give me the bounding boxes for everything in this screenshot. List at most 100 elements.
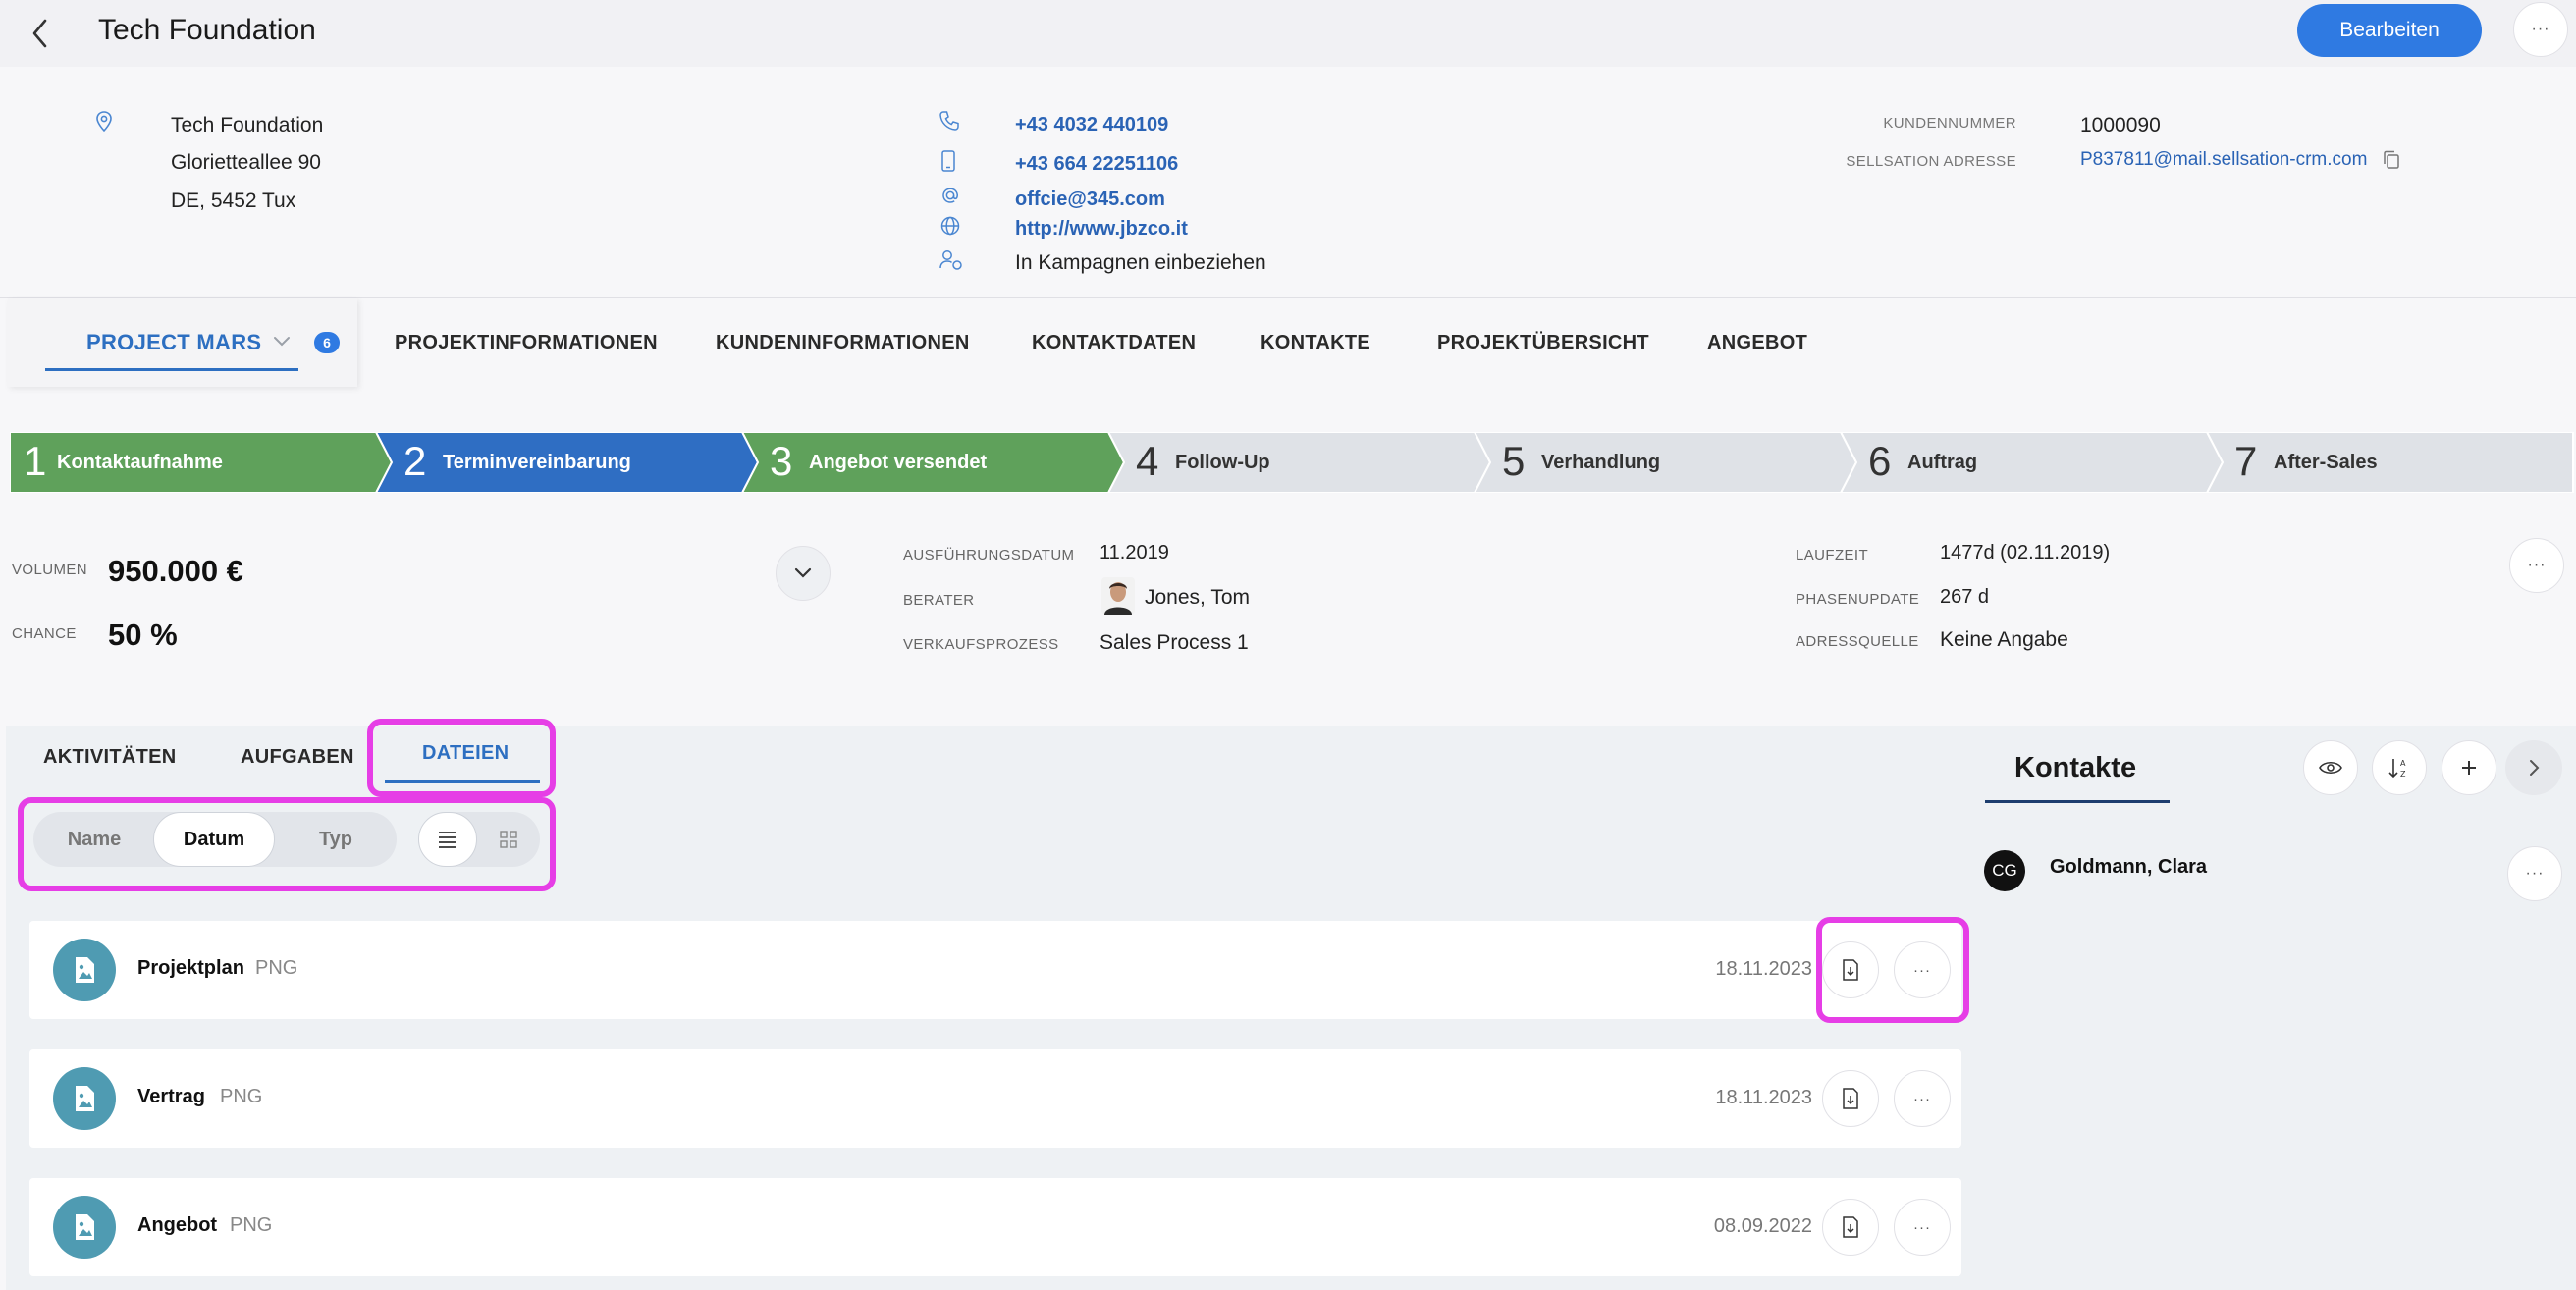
file-row[interactable]: Projektplan PNG 18.11.2023 ··· bbox=[29, 921, 1961, 1019]
tab-kundeninformationen[interactable]: KUNDENINFORMATIONEN bbox=[716, 332, 970, 354]
tab-aufgaben[interactable]: AUFGABEN bbox=[241, 746, 354, 769]
download-file-button[interactable] bbox=[1822, 1199, 1879, 1256]
file-name: Projektplan bbox=[137, 957, 244, 979]
plus-icon bbox=[2462, 761, 2476, 775]
add-contact-button[interactable] bbox=[2442, 740, 2496, 795]
sales-pipeline: 1 Kontaktaufnahme 2 Terminvereinbarung 3 Ange… bbox=[10, 432, 2574, 493]
pipeline-step-label: Kontaktaufnahme bbox=[57, 452, 223, 473]
tab-kontaktdaten[interactable]: KONTAKTDATEN bbox=[1032, 332, 1196, 354]
pipeline-step-3[interactable]: 3 Angebot versendet bbox=[742, 432, 1124, 493]
address-source-value: Keine Angabe bbox=[1940, 628, 2068, 651]
metrics-more-button[interactable]: ··· bbox=[2509, 538, 2564, 593]
address-street: Glorietteallee 90 bbox=[171, 151, 321, 174]
email-link[interactable]: offcie@345.com bbox=[1015, 188, 1165, 211]
avatar bbox=[1101, 577, 1135, 615]
volume-value: 950.000 € bbox=[108, 554, 243, 588]
advisor-value: Jones, Tom bbox=[1145, 586, 1250, 609]
advisor-label: BERATER bbox=[903, 592, 975, 609]
address-source-label: ADRESSQUELLE bbox=[1796, 633, 1919, 650]
pipeline-step-number: 7 bbox=[2234, 438, 2258, 484]
file-row[interactable]: Vertrag PNG 18.11.2023 ··· bbox=[29, 1049, 1961, 1148]
file-date: 18.11.2023 bbox=[1715, 1087, 1812, 1108]
file-more-button[interactable]: ··· bbox=[1894, 1070, 1951, 1127]
pipeline-step-6[interactable]: 6 Auftrag bbox=[1841, 432, 2223, 493]
highlight-file-actions bbox=[1816, 917, 1969, 1023]
pipeline-step-5[interactable]: 5 Verhandlung bbox=[1475, 432, 1856, 493]
contact-more-button[interactable]: ··· bbox=[2507, 846, 2562, 901]
tab-projektuebersicht[interactable]: PROJEKTÜBERSICHT bbox=[1437, 332, 1649, 354]
contact-name[interactable]: Goldmann, Clara bbox=[2050, 856, 2207, 879]
volume-label: VOLUMEN bbox=[12, 562, 87, 578]
tab-angebot[interactable]: ANGEBOT bbox=[1707, 332, 1807, 354]
file-type: PNG bbox=[220, 1086, 263, 1107]
at-sign-icon bbox=[942, 188, 958, 203]
more-options-button[interactable]: ··· bbox=[2513, 2, 2568, 57]
phase-update-label: PHASENUPDATE bbox=[1796, 591, 1920, 608]
pipeline-step-label: Terminvereinbarung bbox=[443, 452, 631, 473]
file-date: 08.09.2022 bbox=[1713, 1215, 1812, 1237]
pipeline-step-2[interactable]: 2 Terminvereinbarung bbox=[376, 432, 758, 493]
pipeline-step-1[interactable]: 1 Kontaktaufnahme bbox=[10, 432, 392, 493]
phase-update-value: 267 d bbox=[1940, 586, 1990, 608]
expand-details-button[interactable] bbox=[776, 546, 831, 601]
customer-number-value: 1000090 bbox=[2080, 114, 2161, 136]
phone-link[interactable]: +43 4032 440109 bbox=[1015, 114, 1168, 136]
pipeline-step-number: 3 bbox=[770, 438, 793, 484]
avatar: CG bbox=[1984, 850, 2025, 891]
tab-kontakte[interactable]: KONTAKTE bbox=[1261, 332, 1370, 354]
pipeline-step-7[interactable]: 7 After-Sales bbox=[2207, 432, 2576, 493]
file-row[interactable]: Angebot PNG 08.09.2022 ··· bbox=[29, 1178, 1961, 1276]
tab-projektinformationen[interactable]: PROJEKTINFORMATIONEN bbox=[395, 332, 658, 354]
file-more-button[interactable]: ··· bbox=[1894, 1199, 1951, 1256]
sort-icon: AZ bbox=[2388, 759, 2406, 779]
execution-date-label: AUSFÜHRUNGSDATUM bbox=[903, 547, 1075, 564]
pipeline-step-number: 1 bbox=[24, 438, 47, 484]
back-button[interactable] bbox=[20, 12, 63, 55]
chevron-right-icon bbox=[2530, 760, 2540, 776]
execution-date-value: 11.2019 bbox=[1100, 542, 1169, 564]
chevron-down-icon[interactable] bbox=[271, 334, 293, 349]
copy-icon[interactable] bbox=[2382, 149, 2401, 171]
pipeline-step-4[interactable]: 4 Follow-Up bbox=[1108, 432, 1490, 493]
file-date: 18.11.2023 bbox=[1715, 958, 1812, 980]
pipeline-step-label: After-Sales bbox=[2274, 452, 2378, 473]
project-name[interactable]: PROJECT MARS bbox=[86, 330, 261, 355]
chance-value: 50 % bbox=[108, 618, 178, 652]
download-file-button[interactable] bbox=[1822, 1070, 1879, 1127]
mobile-link[interactable]: +43 664 22251106 bbox=[1015, 153, 1178, 176]
page-title: Tech Foundation bbox=[98, 14, 316, 46]
pipeline-step-number: 5 bbox=[1502, 438, 1526, 484]
pipeline-step-number: 6 bbox=[1868, 438, 1892, 484]
sellsation-address-value[interactable]: P837811@mail.sellsation-crm.com bbox=[2080, 149, 2367, 171]
file-name: Vertrag bbox=[137, 1086, 205, 1107]
collapse-panel-button[interactable] bbox=[2505, 740, 2562, 795]
pipeline-step-label: Auftrag bbox=[1907, 452, 1978, 473]
svg-text:Z: Z bbox=[2400, 770, 2406, 779]
svg-text:A: A bbox=[2400, 759, 2406, 768]
website-link[interactable]: http://www.jbzco.it bbox=[1015, 218, 1188, 241]
customer-number-label: KUNDENNUMMER bbox=[1883, 115, 2016, 132]
sort-contacts-button[interactable]: AZ bbox=[2372, 740, 2427, 795]
highlight-sort-controls bbox=[18, 797, 556, 891]
chevron-down-icon bbox=[794, 567, 812, 578]
pipeline-step-label: Verhandlung bbox=[1541, 452, 1661, 473]
project-count-badge: 6 bbox=[314, 332, 340, 353]
contacts-title-underline bbox=[1985, 800, 2170, 803]
globe-icon bbox=[940, 216, 960, 236]
chance-label: CHANCE bbox=[12, 625, 77, 642]
phone-icon bbox=[939, 111, 959, 131]
sellsation-address-label: SELLSATION ADRESSE bbox=[1846, 153, 2016, 170]
visibility-button[interactable] bbox=[2303, 740, 2358, 795]
runtime-value: 1477d (02.11.2019) bbox=[1940, 542, 2111, 564]
edit-button[interactable]: Bearbeiten bbox=[2297, 4, 2482, 57]
campaign-inclusion[interactable]: In Kampagnen einbeziehen bbox=[1015, 251, 1266, 275]
mobile-phone-icon bbox=[941, 150, 955, 172]
tab-aktivitaeten[interactable]: AKTIVITÄTEN bbox=[43, 746, 177, 769]
file-type: PNG bbox=[230, 1214, 273, 1236]
customer-info-panel bbox=[0, 67, 2576, 298]
file-type: PNG bbox=[255, 957, 298, 979]
top-bar bbox=[0, 0, 2576, 67]
user-campaign-icon bbox=[939, 250, 962, 270]
highlight-files-tab bbox=[367, 719, 556, 797]
project-tab-underline bbox=[45, 368, 298, 371]
